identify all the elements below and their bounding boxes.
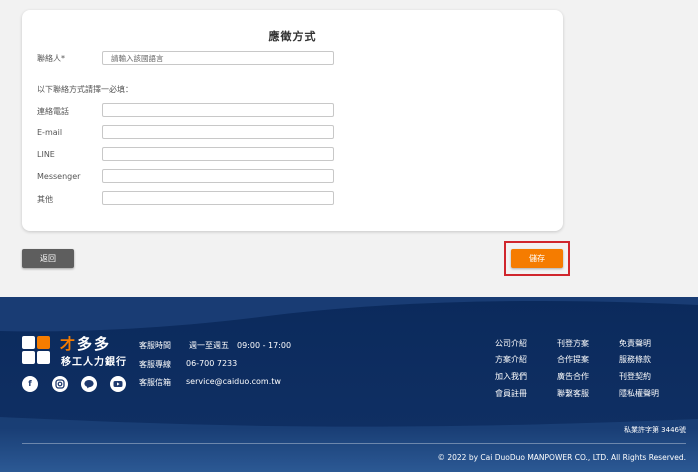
footer-divider xyxy=(22,443,686,444)
back-button[interactable]: 返回 xyxy=(22,249,74,268)
email-input[interactable] xyxy=(102,125,334,139)
footer-link-listing-plans[interactable]: 刊登方案 xyxy=(557,338,589,349)
facebook-icon[interactable]: f xyxy=(22,376,38,392)
contact-label: 聯絡人* xyxy=(37,54,65,63)
footer-link-partnership[interactable]: 合作提案 xyxy=(557,354,589,365)
service-hours-label: 客服時間 xyxy=(139,341,171,350)
caiduoduo-logo-icon xyxy=(22,336,50,364)
footer-background xyxy=(0,297,698,472)
footer-link-join-us[interactable]: 加入我們 xyxy=(495,371,527,382)
footer-link-contact-support[interactable]: 聯繫客服 xyxy=(557,388,589,399)
footer-link-disclaimer[interactable]: 免責聲明 xyxy=(619,338,651,349)
site-footer xyxy=(0,297,698,472)
messenger-input[interactable] xyxy=(102,169,334,183)
contact-note: 以下聯絡方式請擇一必填： xyxy=(37,85,133,94)
footer-link-terms[interactable]: 服務條款 xyxy=(619,354,651,365)
other-input[interactable] xyxy=(102,191,334,205)
line-label: LINE xyxy=(37,150,55,159)
messenger-label: Messenger xyxy=(37,172,81,181)
footer-link-privacy[interactable]: 隱私權聲明 xyxy=(619,388,659,399)
copyright-text: © 2022 by Cai DuoDuo MANPOWER CO., LTD. … xyxy=(437,453,686,462)
hotline-label: 客服專線 xyxy=(139,360,171,369)
license-number: 私業許字第 3446號 xyxy=(623,426,686,434)
brand-name: 才多多 xyxy=(60,335,112,353)
email-label: E-mail xyxy=(37,128,63,137)
footer-link-company[interactable]: 公司介紹 xyxy=(495,338,527,349)
phone-input[interactable] xyxy=(102,103,334,117)
hotline-value: 06-700 7233 xyxy=(186,359,238,368)
contact-input[interactable] xyxy=(102,51,334,65)
brand-subtitle: 移工人力銀行 xyxy=(61,357,127,368)
service-hours-value: 週一至週五 09:00 - 17:00 xyxy=(189,341,292,350)
email-contact-label: 客服信箱 xyxy=(139,378,171,387)
line-input[interactable] xyxy=(102,147,334,161)
application-method-card: 應徵方式 聯絡人* 以下聯絡方式請擇一必填： 連絡電話 E-mail LINE … xyxy=(22,10,563,231)
footer-link-register[interactable]: 會員註冊 xyxy=(495,388,527,399)
youtube-icon[interactable] xyxy=(110,376,126,392)
footer-link-advertising[interactable]: 廣告合作 xyxy=(557,371,589,382)
line-icon[interactable] xyxy=(81,376,97,392)
footer-link-listing-contract[interactable]: 刊登契約 xyxy=(619,371,651,382)
footer-link-plans-intro[interactable]: 方案介紹 xyxy=(495,354,527,365)
phone-label: 連絡電話 xyxy=(37,107,69,116)
form-title: 應徵方式 xyxy=(268,30,317,43)
email-contact-value[interactable]: service@caiduo.com.tw xyxy=(186,377,281,386)
save-button[interactable]: 儲存 xyxy=(511,249,563,268)
other-label: 其他 xyxy=(37,195,53,204)
instagram-icon[interactable] xyxy=(52,376,68,392)
